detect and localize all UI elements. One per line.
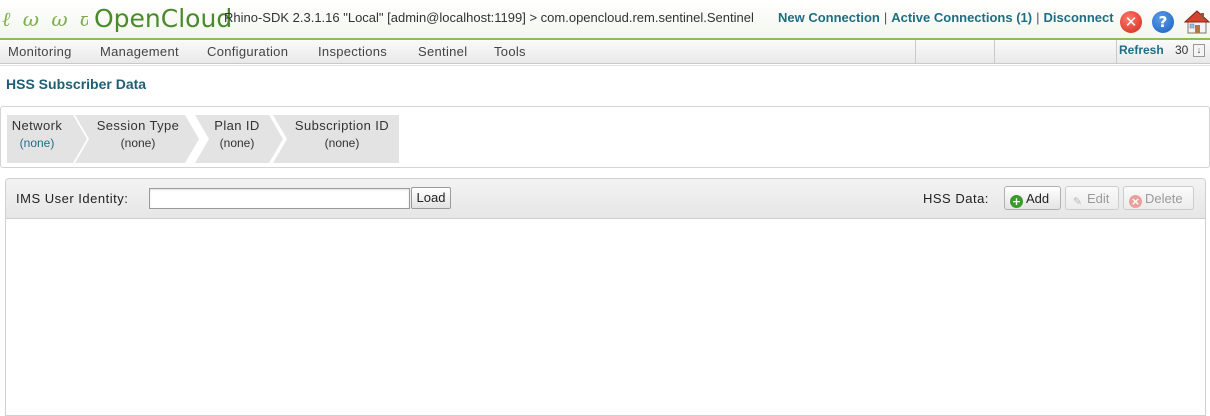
- hss-data-label: HSS Data:: [923, 191, 989, 206]
- add-icon: +: [1010, 195, 1023, 208]
- filter-label: Subscription ID: [294, 118, 390, 133]
- refresh-button[interactable]: Refresh: [1119, 43, 1164, 57]
- identity-toolbar: IMS User Identity: Load HSS Data: + Add ✎…: [6, 179, 1205, 219]
- divider: [0, 65, 1210, 66]
- filter-value: (none): [324, 136, 360, 150]
- menu-configuration[interactable]: Configuration: [207, 44, 288, 59]
- filter-value: (none): [19, 136, 55, 150]
- delete-label: Delete: [1145, 191, 1183, 206]
- logo-swirls: ℓ ω ω ϖ: [2, 9, 88, 29]
- delete-button[interactable]: × Delete: [1123, 186, 1194, 210]
- help-icon[interactable]: ?: [1152, 11, 1174, 33]
- edit-label: Edit: [1087, 191, 1110, 206]
- hss-data-content: [6, 219, 1205, 415]
- filter-plan-id[interactable]: Plan ID (none): [195, 115, 283, 163]
- menu-sentinel[interactable]: Sentinel: [418, 44, 467, 59]
- separator: |: [883, 10, 888, 25]
- hss-data-panel: IMS User Identity: Load HSS Data: + Add ✎…: [5, 178, 1206, 416]
- separator: |: [1036, 10, 1040, 25]
- menu-divider: [994, 40, 995, 63]
- page-title: HSS Subscriber Data: [6, 76, 147, 92]
- refresh-interval[interactable]: 30: [1175, 43, 1188, 57]
- filter-value: (none): [219, 136, 255, 150]
- main-menu: Monitoring Management Configuration Insp…: [0, 40, 1210, 64]
- filter-panel: Network (none) Session Type (none) Plan …: [0, 106, 1210, 168]
- disconnect-link[interactable]: Disconnect: [1043, 10, 1113, 25]
- menu-management[interactable]: Management: [100, 44, 179, 59]
- edit-icon: ✎: [1072, 195, 1083, 208]
- delete-icon: ×: [1129, 195, 1142, 208]
- close-icon[interactable]: ✕: [1120, 11, 1142, 33]
- ims-identity-label: IMS User Identity:: [16, 191, 129, 206]
- menu-divider: [1116, 40, 1117, 63]
- refresh-dropdown-icon[interactable]: ↓: [1193, 44, 1205, 57]
- menu-tools[interactable]: Tools: [494, 44, 526, 59]
- filter-session-type[interactable]: Session Type (none): [75, 115, 199, 163]
- filter-label: Network: [11, 118, 63, 133]
- active-connections-link[interactable]: Active Connections (1): [891, 10, 1032, 25]
- filter-value: (none): [120, 136, 156, 150]
- logo: OpenCloud: [94, 4, 233, 33]
- connection-info: Rhino-SDK 2.3.1.16 "Local" [admin@localh…: [224, 10, 754, 25]
- filter-subscription-id[interactable]: Subscription ID (none): [273, 115, 399, 163]
- header-links: New Connection | Active Connections (1) | Di…: [778, 10, 1114, 26]
- menu-divider: [915, 40, 916, 63]
- filter-label: Session Type: [96, 118, 180, 133]
- add-button[interactable]: + Add: [1004, 186, 1061, 210]
- new-connection-link[interactable]: New Connection: [778, 10, 880, 25]
- home-icon[interactable]: [1184, 10, 1210, 34]
- add-label: Add: [1026, 191, 1050, 206]
- app-header: ℓ ω ω ϖ OpenCloud Rhino-SDK 2.3.1.16 "Lo…: [0, 0, 1210, 40]
- edit-button[interactable]: ✎ Edit: [1065, 186, 1119, 210]
- filter-label: Plan ID: [214, 118, 260, 133]
- ims-identity-input[interactable]: [149, 188, 410, 209]
- menu-inspections[interactable]: Inspections: [318, 44, 387, 59]
- menu-monitoring[interactable]: Monitoring: [8, 44, 72, 59]
- load-button[interactable]: Load: [411, 187, 451, 209]
